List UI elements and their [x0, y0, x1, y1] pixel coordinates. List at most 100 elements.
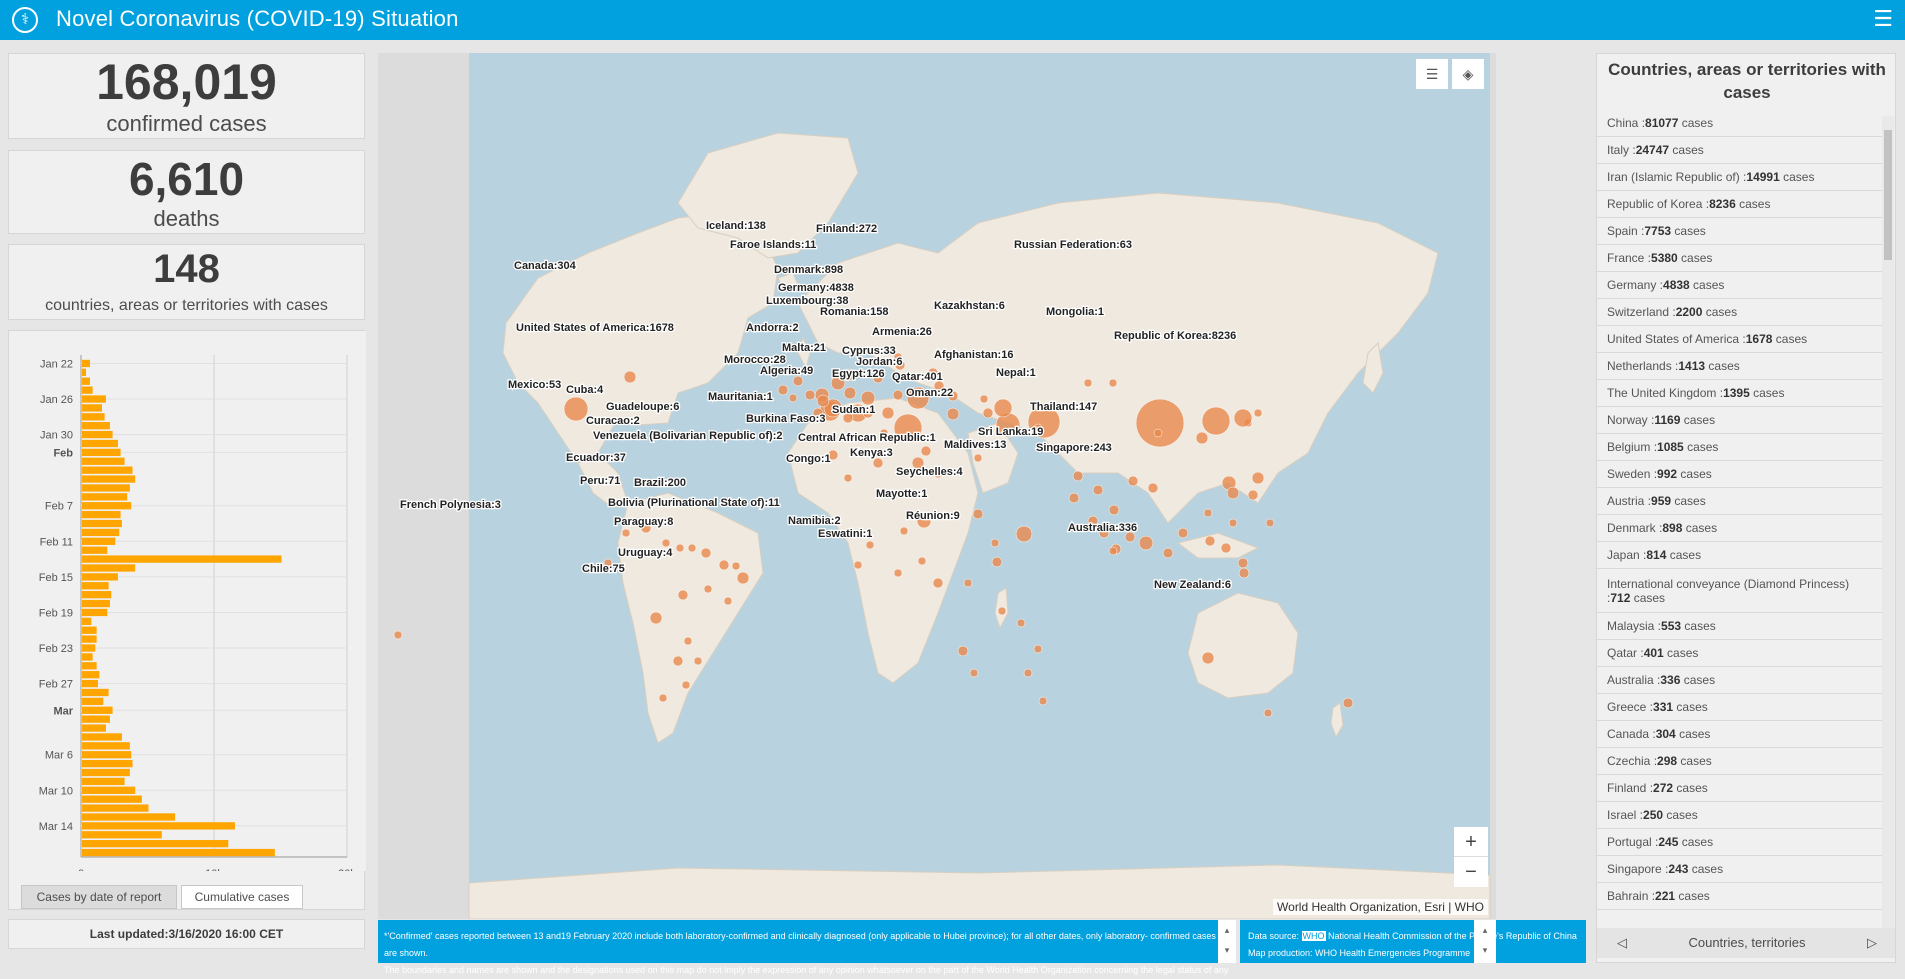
- case-circle[interactable]: [1201, 406, 1231, 436]
- case-circle[interactable]: [1195, 431, 1209, 445]
- bar[interactable]: [82, 519, 122, 528]
- bar[interactable]: [82, 555, 282, 563]
- case-circle[interactable]: [1201, 651, 1215, 665]
- bar[interactable]: [82, 733, 122, 741]
- bar[interactable]: [82, 422, 110, 430]
- case-circle[interactable]: [675, 543, 685, 553]
- next-arrow-icon[interactable]: ▷: [1867, 928, 1877, 958]
- case-circle[interactable]: [621, 528, 631, 538]
- case-circle[interactable]: [1033, 644, 1043, 654]
- country-row[interactable]: Japan :814 cases: [1597, 542, 1883, 569]
- case-circle[interactable]: [1162, 547, 1174, 559]
- case-circle[interactable]: [693, 656, 703, 666]
- case-circle[interactable]: [972, 508, 984, 520]
- country-row[interactable]: United States of America :1678 cases: [1597, 326, 1883, 353]
- case-circle[interactable]: [1203, 508, 1213, 518]
- case-circle[interactable]: [865, 540, 875, 550]
- case-circle[interactable]: [893, 568, 903, 578]
- case-circle[interactable]: [1023, 668, 1033, 678]
- case-circle[interactable]: [792, 375, 804, 387]
- case-circle[interactable]: [1220, 542, 1232, 554]
- prev-arrow-icon[interactable]: ◁: [1617, 928, 1627, 958]
- country-row[interactable]: Switzerland :2200 cases: [1597, 299, 1883, 326]
- country-row[interactable]: China :81077 cases: [1597, 110, 1883, 137]
- bar[interactable]: [82, 457, 125, 465]
- map-canvas[interactable]: Iceland:138 Finland:272Faroe Islands:11 Ru…: [378, 53, 1496, 919]
- bar[interactable]: [82, 813, 176, 821]
- country-row[interactable]: Germany :4838 cases: [1597, 272, 1883, 299]
- bar[interactable]: [82, 582, 109, 590]
- case-circle[interactable]: [723, 596, 733, 606]
- footer-left-scroll[interactable]: ▴ ▾: [1218, 920, 1236, 963]
- bar[interactable]: [82, 430, 113, 439]
- case-circle[interactable]: [1092, 484, 1104, 496]
- case-circle[interactable]: [872, 457, 884, 469]
- country-row[interactable]: Singapore :243 cases: [1597, 856, 1883, 883]
- country-row[interactable]: Iran (Islamic Republic of) :14991 cases: [1597, 164, 1883, 191]
- case-circle[interactable]: [788, 393, 798, 403]
- country-row[interactable]: Bahrain :221 cases: [1597, 883, 1883, 910]
- country-row[interactable]: Portugal :245 cases: [1597, 829, 1883, 856]
- bar[interactable]: [82, 679, 98, 688]
- country-row[interactable]: Czechia :298 cases: [1597, 748, 1883, 775]
- bar[interactable]: [82, 448, 121, 457]
- menu-icon[interactable]: ☰: [1873, 6, 1893, 32]
- scrollbar-thumb[interactable]: [1884, 130, 1892, 260]
- case-circle[interactable]: [1108, 504, 1120, 516]
- case-circle[interactable]: [969, 668, 979, 678]
- country-row[interactable]: Qatar :401 cases: [1597, 640, 1883, 667]
- case-circle[interactable]: [700, 547, 712, 559]
- bar[interactable]: [82, 599, 110, 608]
- bar[interactable]: [82, 795, 142, 803]
- case-circle[interactable]: [1342, 697, 1354, 709]
- case-circle[interactable]: [804, 389, 816, 401]
- bar[interactable]: [82, 395, 106, 403]
- case-circle[interactable]: [1015, 525, 1033, 543]
- bar[interactable]: [82, 546, 108, 554]
- bar[interactable]: [82, 386, 93, 394]
- case-circle[interactable]: [1068, 492, 1080, 504]
- case-circle[interactable]: [920, 445, 932, 457]
- case-circle[interactable]: [881, 406, 895, 420]
- case-circle[interactable]: [672, 655, 684, 667]
- bar[interactable]: [82, 786, 136, 794]
- case-circle[interactable]: [899, 526, 909, 536]
- case-circle[interactable]: [661, 538, 671, 548]
- case-circle[interactable]: [816, 394, 830, 408]
- case-circle[interactable]: [658, 693, 668, 703]
- country-row[interactable]: France :5380 cases: [1597, 245, 1883, 272]
- bar[interactable]: [82, 688, 109, 697]
- case-circle[interactable]: [1108, 546, 1118, 556]
- case-circle[interactable]: [1228, 518, 1238, 528]
- bar[interactable]: [82, 831, 162, 839]
- case-circle[interactable]: [718, 559, 730, 571]
- case-circle[interactable]: [982, 407, 994, 419]
- case-circle[interactable]: [973, 453, 983, 463]
- bar[interactable]: [82, 377, 90, 385]
- bar[interactable]: [82, 759, 133, 768]
- country-row[interactable]: Austria :959 cases: [1597, 488, 1883, 515]
- case-circle[interactable]: [963, 578, 973, 588]
- country-row[interactable]: Sweden :992 cases: [1597, 461, 1883, 488]
- case-circle[interactable]: [1038, 696, 1048, 706]
- case-circle[interactable]: [1253, 408, 1263, 418]
- bar[interactable]: [82, 368, 86, 376]
- country-row[interactable]: Netherlands :1413 cases: [1597, 353, 1883, 380]
- bar[interactable]: [82, 493, 128, 501]
- case-circle[interactable]: [993, 398, 1013, 418]
- bar[interactable]: [82, 751, 132, 759]
- case-circle[interactable]: [1147, 482, 1159, 494]
- tab-cases-by-date[interactable]: Cases by date of report: [21, 885, 177, 909]
- case-circle[interactable]: [917, 556, 927, 566]
- country-row[interactable]: Israel :250 cases: [1597, 802, 1883, 829]
- case-circle[interactable]: [946, 407, 960, 421]
- bar[interactable]: [82, 466, 133, 474]
- bar[interactable]: [82, 502, 132, 510]
- bar[interactable]: [82, 537, 116, 545]
- case-circle[interactable]: [777, 384, 789, 396]
- bar[interactable]: [82, 697, 104, 706]
- bar[interactable]: [82, 822, 235, 830]
- bar[interactable]: [82, 662, 97, 670]
- case-circle[interactable]: [979, 394, 989, 404]
- bar[interactable]: [82, 413, 105, 421]
